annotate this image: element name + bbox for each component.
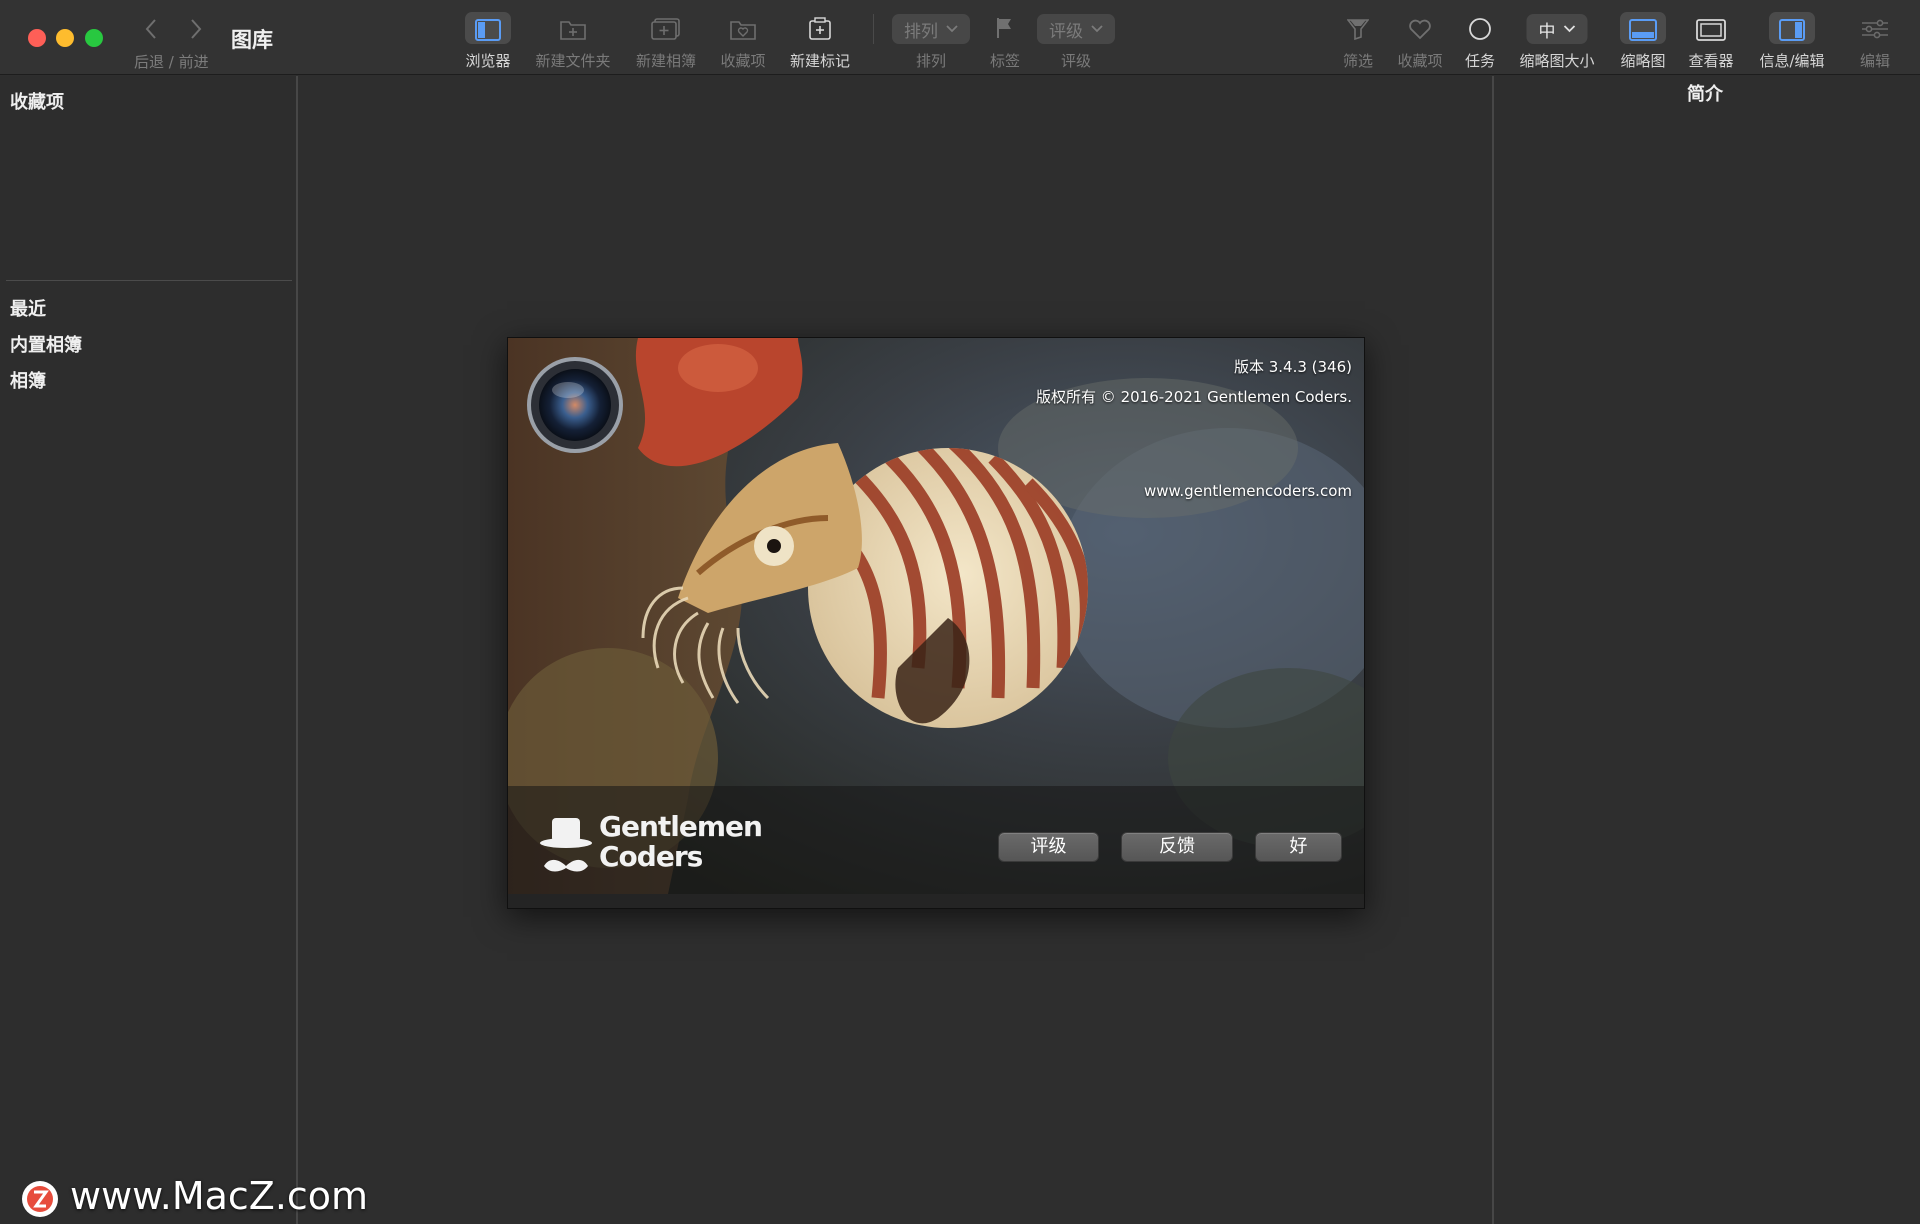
sidebar-item-builtin-albums[interactable]: 内置相簿: [10, 331, 82, 357]
inspector-title: 简介: [1687, 84, 1723, 105]
toolbar-filter-button[interactable]: 筛选: [1338, 10, 1378, 72]
toolbar-label: 新建标记: [789, 52, 851, 70]
zoom-window-button[interactable]: [85, 29, 103, 47]
sidebar: 收藏项 最近 内置相簿 相簿: [0, 76, 298, 1224]
toolbar-label: 任务: [1464, 52, 1496, 70]
popup-value: 中: [1538, 21, 1556, 42]
arrange-popup-button[interactable]: 排列: [892, 14, 970, 44]
toolbar-label: 排列: [915, 52, 947, 70]
gentlemen-coders-logo-icon: [540, 818, 592, 872]
about-bottom-strip: [508, 894, 1364, 908]
toolbar-thumbnails-button[interactable]: 缩略图: [1616, 10, 1670, 72]
about-dialog: 版本 3.4.3 (346) 版权所有 © 2016-2021 Gentleme…: [507, 337, 1365, 909]
website-link[interactable]: www.gentlemencoders.com: [1144, 482, 1352, 500]
toolbar-browser-button[interactable]: 浏览器: [463, 10, 513, 72]
thumbnails-icon: [1629, 19, 1657, 41]
chevron-down-icon: [946, 25, 958, 33]
close-window-button[interactable]: [28, 29, 46, 47]
sidebar-section-favorites[interactable]: 收藏项: [10, 88, 64, 114]
browser-icon: [475, 19, 501, 41]
toolbar-label: 缩略图: [1620, 52, 1666, 70]
toolbar-label: 标签: [989, 52, 1021, 70]
toolbar-label: 编辑: [1859, 52, 1891, 70]
heart-icon: [1409, 19, 1431, 40]
toolbar-label: 新建相簿: [635, 52, 697, 70]
new-tag-icon: [809, 17, 831, 40]
feedback-button[interactable]: 反馈: [1121, 832, 1233, 862]
toolbar-favorites-button[interactable]: 收藏项: [716, 10, 770, 72]
toolbar-edit-button[interactable]: 编辑: [1855, 10, 1895, 72]
toolbar-info-edit-button[interactable]: 信息/编辑: [1753, 10, 1831, 72]
toolbar-label: 浏览器: [465, 52, 511, 70]
toolbar-label: 信息/编辑: [1759, 52, 1825, 70]
flag-icon: [997, 18, 1011, 38]
rating-popup-button[interactable]: 评级: [1037, 14, 1115, 44]
toolbar-new-tag-button[interactable]: 新建标记: [785, 10, 855, 72]
rate-button[interactable]: 评级: [998, 832, 1099, 862]
sidebar-divider: [6, 280, 292, 281]
chevron-right-icon: [191, 19, 202, 39]
toolbar-arrange-popup[interactable]: 排列 排列: [891, 10, 971, 72]
toolbar-viewer-button[interactable]: 查看器: [1684, 10, 1738, 72]
brand-name-line1: Gentlemen: [599, 810, 763, 843]
toolbar-label: 收藏项: [720, 52, 766, 70]
info-edit-icon: [1779, 19, 1805, 41]
toolbar-thumbnail-size-popup[interactable]: 中 缩略图大小: [1514, 10, 1600, 72]
filter-icon: [1347, 19, 1369, 40]
window-title: 图库: [231, 28, 273, 52]
toolbar-tasks-button[interactable]: 任务: [1460, 10, 1500, 72]
toolbar-rating-popup[interactable]: 评级 评级: [1036, 10, 1116, 72]
nav-caption: 后退 / 前进: [134, 53, 209, 71]
viewer-icon: [1696, 19, 1726, 41]
watermark-text: www.MacZ.com: [70, 1174, 369, 1218]
favorite-folder-icon: [730, 21, 756, 40]
toolbar-label: 筛选: [1342, 52, 1374, 70]
toolbar-separator: [873, 14, 874, 44]
toolbar: 后退 / 前进 图库 浏览器 新建文件夹 新建相簿 收藏项 新建标记 排列 排列…: [0, 0, 1920, 75]
toolbar-label: 收藏项: [1397, 52, 1443, 70]
macz-logo-icon: [22, 1181, 58, 1217]
new-album-icon: [651, 18, 680, 40]
chevron-left-icon: [145, 19, 156, 39]
toolbar-label: 评级: [1060, 52, 1092, 70]
thumbnail-size-popup-button[interactable]: 中: [1526, 14, 1588, 44]
sliders-icon: [1862, 19, 1888, 39]
new-folder-icon: [560, 21, 586, 40]
toolbar-new-album-button[interactable]: 新建相簿: [633, 10, 699, 72]
toolbar-new-folder-button[interactable]: 新建文件夹: [533, 10, 613, 72]
ok-button[interactable]: 好: [1255, 832, 1342, 862]
forward-button[interactable]: [182, 14, 208, 44]
chevron-down-icon: [1091, 25, 1103, 33]
copyright-label: 版权所有 © 2016-2021 Gentlemen Coders.: [1036, 388, 1352, 406]
brand-name-line2: Coders: [599, 840, 703, 873]
chevron-down-icon: [1563, 25, 1576, 33]
sidebar-item-albums[interactable]: 相簿: [10, 367, 46, 393]
toolbar-flag-button[interactable]: 标签: [985, 10, 1025, 72]
macz-z-icon: [23, 1182, 57, 1216]
sidebar-item-recent[interactable]: 最近: [10, 295, 46, 321]
back-button[interactable]: [139, 14, 165, 44]
popup-value: 排列: [904, 21, 938, 42]
toolbar-label: 缩略图大小: [1519, 52, 1595, 70]
version-label: 版本 3.4.3 (346): [1233, 358, 1352, 376]
toolbar-label: 查看器: [1688, 52, 1734, 70]
popup-value: 评级: [1049, 21, 1083, 42]
toolbar-favorite-heart-button[interactable]: 收藏项: [1393, 10, 1447, 72]
inspector-panel: 简介: [1492, 76, 1920, 1224]
toolbar-label: 新建文件夹: [535, 52, 611, 70]
minimize-window-button[interactable]: [56, 29, 74, 47]
circle-icon: [1469, 18, 1491, 40]
